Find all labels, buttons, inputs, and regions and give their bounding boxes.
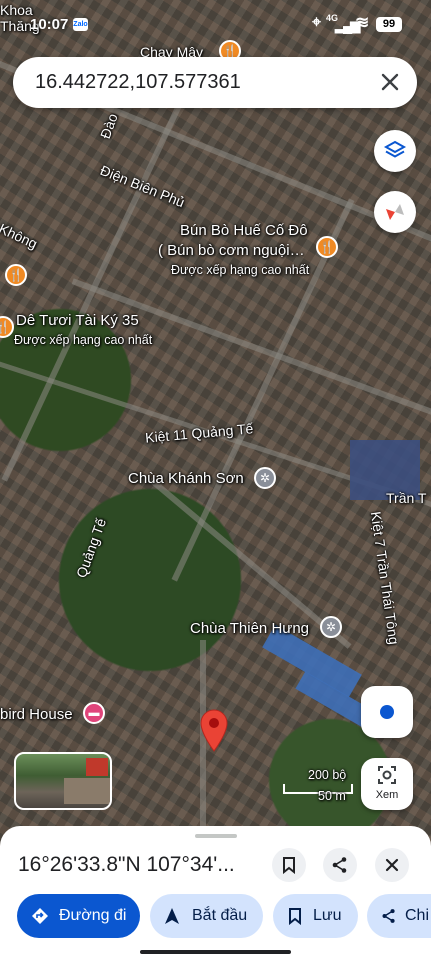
wifi-icon: ≋: [355, 13, 370, 32]
status-time: 10:07: [30, 16, 69, 33]
battery-indicator: 99: [376, 17, 402, 32]
place-bottom-sheet[interactable]: 16°26'33.8"N 107°34'...: [0, 826, 431, 960]
directions-icon: [32, 908, 48, 924]
save-label: Lưu: [313, 907, 342, 924]
my-location-icon: [380, 705, 394, 719]
road-label-dien-bien-phu: Điện Biên Phủ: [98, 162, 187, 211]
poi-rating-de-tuoi: Được xếp hạng cao nhất: [14, 333, 153, 347]
status-bar: 10:07 Zalo ⌖ 4G ▂▄▆ ≋ 99: [0, 0, 431, 50]
poi-rating-bun-bo-hue: Được xếp hạng cao nhất: [171, 263, 310, 277]
road-label-khong: Không: [0, 220, 40, 252]
directions-button[interactable]: Đường đi: [17, 894, 140, 938]
lens-button[interactable]: Xem: [361, 758, 413, 810]
bookmark-icon: [283, 857, 295, 874]
place-coordinates: 16°26'33.8"N 107°34'...: [18, 853, 235, 876]
navigation-arrow-icon: [165, 908, 179, 924]
gesture-bar: [140, 950, 291, 954]
start-navigation-button[interactable]: Bắt đầu: [150, 894, 263, 938]
poi-subtitle-bun-bo-hue[interactable]: ( Bún bò cơm nguội…: [158, 242, 305, 259]
close-icon: [381, 73, 399, 91]
coordinate-search-input[interactable]: [35, 71, 355, 94]
temple-icon[interactable]: ✲: [320, 616, 342, 638]
compass-button[interactable]: [374, 191, 416, 233]
road-label-quang-te: Quảng Tế: [72, 516, 110, 580]
directions-label: Đường đi: [59, 907, 127, 924]
location-icon: ⌖: [312, 14, 322, 31]
restaurant-icon[interactable]: 🍴: [0, 316, 14, 338]
poi-title-de-tuoi[interactable]: Dê Tươi Tài Ký 35: [16, 312, 139, 329]
share-chip-button[interactable]: Chi: [367, 894, 431, 938]
poi-title-bird-house[interactable]: bird House: [0, 706, 73, 723]
save-bookmark-button[interactable]: [272, 848, 306, 882]
scale-imperial-label: 200 bộ: [308, 768, 347, 782]
hotel-icon[interactable]: ▬: [83, 702, 105, 724]
road-label-dao: Đào: [96, 111, 121, 141]
restaurant-icon[interactable]: 🍴: [5, 264, 27, 286]
compass-icon: [386, 204, 404, 220]
share-icon: [382, 909, 395, 923]
share-label: Chi: [405, 907, 430, 924]
poi-title-chua-thien-hung[interactable]: Chùa Thiên Hưng: [190, 620, 309, 637]
start-label: Bắt đầu: [192, 907, 248, 924]
road-label-kiet-7-tran-thai-tong: Kiệt 7 Trần Thái Tông: [367, 510, 403, 646]
close-icon: [385, 858, 399, 872]
save-button[interactable]: Lưu: [273, 894, 358, 938]
scale-metric-label: 50 m: [318, 789, 346, 803]
share-button[interactable]: [323, 848, 357, 882]
drag-handle[interactable]: [195, 834, 237, 838]
layers-icon: [383, 140, 407, 158]
poi-title-bun-bo-hue[interactable]: Bún Bò Huế Cố Đô: [180, 222, 308, 239]
lens-icon: [378, 766, 396, 784]
lens-label: Xem: [375, 789, 399, 801]
poi-title-chua-khanh-son[interactable]: Chùa Khánh Sơn: [128, 470, 244, 487]
restaurant-icon[interactable]: 🍴: [316, 236, 338, 258]
search-box[interactable]: [13, 57, 417, 108]
zalo-notification-icon: Zalo: [73, 18, 88, 31]
road-label-tran-t: Trần T: [386, 490, 427, 506]
my-location-button[interactable]: [361, 686, 413, 738]
share-icon: [332, 857, 347, 873]
bookmark-icon: [289, 908, 301, 925]
street-view-thumbnail[interactable]: [14, 752, 112, 810]
close-sheet-button[interactable]: [375, 848, 409, 882]
layers-button[interactable]: [374, 130, 416, 172]
clear-search-button[interactable]: [377, 69, 403, 95]
map-view[interactable]: Khoa Thăng Chay Mây 🍴 Đào Điện Biên Phủ …: [0, 0, 431, 960]
temple-icon[interactable]: ✲: [254, 467, 276, 489]
dropped-pin-icon[interactable]: [199, 708, 229, 752]
